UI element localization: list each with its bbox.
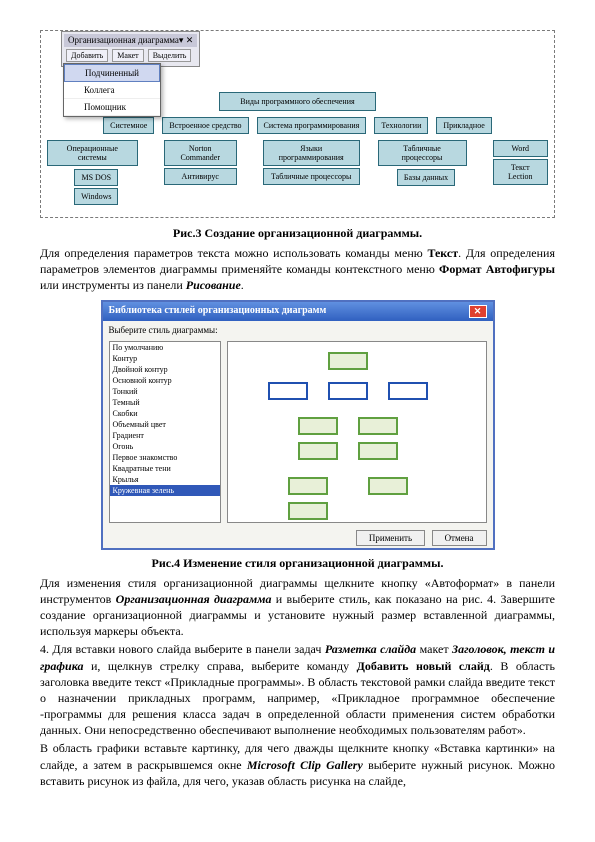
style-item[interactable]: Первое знакомство xyxy=(110,452,220,463)
preview-node xyxy=(298,442,338,460)
figure-3-frame: Организационная диаграмма ▾ ✕ Добавить М… xyxy=(40,30,555,218)
level2-node[interactable]: Прикладное xyxy=(436,117,492,134)
style-preview xyxy=(227,341,487,523)
toolbar-btn-layout[interactable]: Макет xyxy=(112,49,143,62)
level2-node[interactable]: Системное xyxy=(103,117,154,134)
style-item-selected[interactable]: Кружевная зелень xyxy=(110,485,220,496)
toolbar-title: Организационная диаграмма ▾ ✕ xyxy=(64,34,197,47)
level2-node[interactable]: Встроенное средство xyxy=(162,117,248,134)
preview-node xyxy=(358,417,398,435)
style-item[interactable]: По умолчанию xyxy=(110,342,220,353)
leaf-node[interactable]: Языки программирования xyxy=(263,140,360,166)
style-library-dialog: Библиотека стилей организационных диагра… xyxy=(101,300,495,550)
toolbar-btn-select[interactable]: Выделить xyxy=(148,49,192,62)
preview-node xyxy=(358,442,398,460)
root-node[interactable]: Виды программного обеспечения xyxy=(219,92,375,111)
figure-3-caption: Рис.3 Создание организационной диаграммы… xyxy=(40,226,555,241)
close-icon[interactable]: ✕ xyxy=(469,305,487,318)
style-item[interactable]: Двойной контур xyxy=(110,364,220,375)
leaf-node[interactable]: Текст Lection xyxy=(493,159,548,185)
style-item[interactable]: Тонкий xyxy=(110,386,220,397)
dropdown-subordinate[interactable]: Подчиненный xyxy=(64,64,160,82)
leaf-node[interactable]: MS DOS xyxy=(74,169,118,186)
preview-node xyxy=(388,382,428,400)
dropdown-colleague[interactable]: Коллега xyxy=(64,82,160,99)
level2-node[interactable]: Система программирования xyxy=(257,117,367,134)
figure-4-caption: Рис.4 Изменение стиля организационной ди… xyxy=(40,556,555,571)
toolbar-close[interactable]: ▾ ✕ xyxy=(179,35,193,46)
preview-node xyxy=(298,417,338,435)
dialog-titlebar: Библиотека стилей организационных диагра… xyxy=(103,302,493,321)
style-item[interactable]: Квадратные тени xyxy=(110,463,220,474)
preview-node xyxy=(328,382,368,400)
preview-node xyxy=(288,477,328,495)
preview-node xyxy=(368,477,408,495)
preview-node xyxy=(328,352,368,370)
preview-node xyxy=(268,382,308,400)
paragraph-3: 4. Для вставки нового слайда выберите в … xyxy=(40,641,555,738)
style-item[interactable]: Крылья xyxy=(110,474,220,485)
style-list[interactable]: По умолчанию Контур Двойной контур Основ… xyxy=(109,341,221,523)
paragraph-1: Для определения параметров текста можно … xyxy=(40,245,555,294)
style-item[interactable]: Огонь xyxy=(110,441,220,452)
paragraph-4: В область графики вставьте картинку, для… xyxy=(40,740,555,789)
style-item[interactable]: Скобки xyxy=(110,408,220,419)
dialog-label: Выберите стиль диаграммы: xyxy=(103,321,493,335)
add-dropdown: Подчиненный Коллега Помощник xyxy=(63,63,161,117)
style-item[interactable]: Градиент xyxy=(110,430,220,441)
subnode[interactable]: Табличные процессоры xyxy=(378,140,467,166)
org-diagram-toolbar: Организационная диаграмма ▾ ✕ Добавить М… xyxy=(61,31,200,67)
paragraph-2: Для изменения стиля организационной диаг… xyxy=(40,575,555,640)
style-item[interactable]: Контур xyxy=(110,353,220,364)
leaf-node[interactable]: Табличные процессоры xyxy=(263,168,360,185)
toolbar-btn-add[interactable]: Добавить xyxy=(66,49,108,62)
cancel-button[interactable]: Отмена xyxy=(432,530,487,546)
level2-node[interactable]: Технологии xyxy=(374,117,428,134)
leaf-node[interactable]: Norton Commander xyxy=(164,140,237,166)
leaf-node[interactable]: Word xyxy=(493,140,548,157)
dropdown-assistant[interactable]: Помощник xyxy=(64,99,160,116)
style-item[interactable]: Темный xyxy=(110,397,220,408)
style-item[interactable]: Объемный цвет xyxy=(110,419,220,430)
leaf-node[interactable]: Базы данных xyxy=(397,169,455,186)
toolbar-title-text: Организационная диаграмма xyxy=(68,35,179,46)
subnode[interactable]: Операционные системы xyxy=(47,140,138,166)
leaf-node[interactable]: Windows xyxy=(74,188,118,205)
style-item[interactable]: Основной контур xyxy=(110,375,220,386)
leaf-node[interactable]: Антивирус xyxy=(164,168,237,185)
preview-node xyxy=(288,502,328,520)
apply-button[interactable]: Применить xyxy=(356,530,425,546)
dialog-title: Библиотека стилей организационных диагра… xyxy=(109,305,327,318)
